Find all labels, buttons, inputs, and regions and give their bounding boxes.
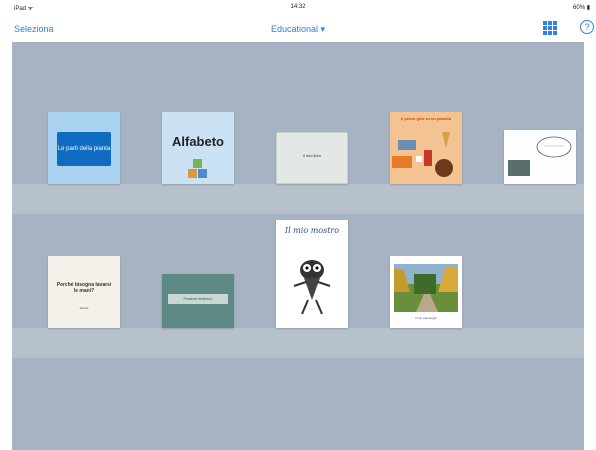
book-cover[interactable]: Il mio paesaggio: [390, 256, 462, 328]
cover-illustration: [508, 136, 572, 176]
help-button[interactable]: ?: [580, 20, 594, 34]
book-cover[interactable]: Il primo giro su un pianeta: [390, 112, 462, 184]
book-cover[interactable]: Perché bisogna lavarsi le mani? Autore: [48, 256, 120, 328]
book-cover[interactable]: Il mio mostro: [276, 220, 348, 328]
cover-illustration: [392, 132, 453, 177]
toy-blocks-icon: [188, 159, 207, 178]
bookshelf: Le parti della pianta Alfabeto Il mio li…: [12, 42, 584, 450]
book-title: Il mio libro: [302, 153, 322, 158]
monster-illustration: [293, 260, 331, 315]
book-title: Le parti della pianta: [57, 132, 111, 166]
book-title: Alfabeto: [172, 134, 224, 149]
book-cover[interactable]: Le parti della pianta: [48, 112, 120, 184]
book-cover[interactable]: Il mio libro: [276, 132, 348, 184]
shelf-ledge: [12, 328, 584, 358]
book-cover[interactable]: [504, 130, 576, 184]
clock: 14:32: [290, 4, 306, 10]
book-title: Perché bisogna lavarsi le mani?: [56, 282, 112, 294]
book-cover[interactable]: Alfabeto: [162, 112, 234, 184]
battery-indicator: 60% ▮: [573, 5, 590, 11]
grid-view-icon[interactable]: [543, 21, 557, 35]
book-author: Autore: [79, 306, 89, 310]
collection-title-dropdown[interactable]: Educational ▾: [0, 24, 596, 35]
shelf-ledge: [12, 184, 584, 214]
status-bar: iPad ᯤ 14:32 60% ▮: [0, 0, 596, 14]
book-title: Il mio mostro: [284, 226, 340, 235]
landscape-photo: [394, 264, 458, 312]
book-cover[interactable]: Pastore tedesco: [162, 274, 234, 328]
book-title: Pastore tedesco: [168, 294, 228, 304]
book-title: Il primo giro su un pianeta: [400, 116, 451, 121]
navigation-bar: Seleziona Educational ▾: [0, 14, 596, 42]
book-caption: Il mio paesaggio: [415, 316, 437, 320]
